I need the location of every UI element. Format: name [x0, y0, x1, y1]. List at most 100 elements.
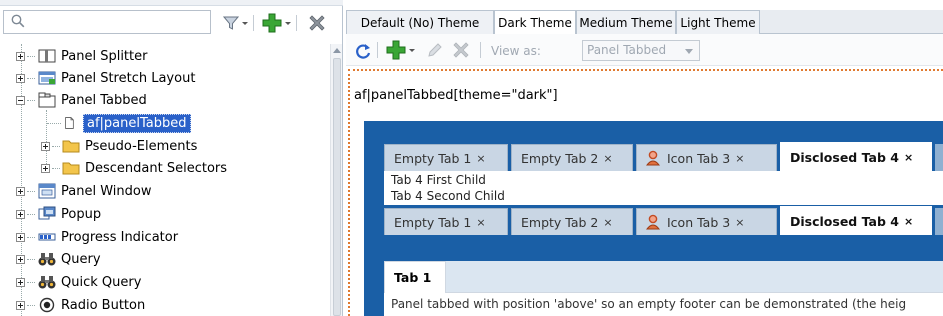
tree-item-panel-tabbed[interactable]: Panel Tabbed [38, 89, 147, 111]
panel-tab[interactable]: Empty Tab 1 × [384, 208, 508, 235]
delete-icon[interactable] [451, 40, 471, 60]
tree-item-panel-window[interactable]: Panel Window [38, 180, 151, 202]
expand-toggle[interactable] [16, 278, 25, 287]
panel-tab-label: Empty Tab 2 [521, 150, 599, 166]
panel-tab-overflow[interactable] [935, 208, 943, 235]
expand-toggle[interactable] [41, 164, 50, 173]
close-icon[interactable]: × [476, 152, 485, 165]
tree-item-popup[interactable]: Popup [38, 203, 101, 225]
close-icon[interactable]: × [904, 215, 913, 228]
panel-tab-label: Empty Tab 2 [521, 214, 599, 230]
binoculars-icon [38, 253, 56, 266]
panel-description: Panel tabbed with position 'above' so an… [391, 297, 907, 311]
expand-toggle[interactable] [16, 210, 25, 219]
expand-toggle[interactable] [41, 142, 50, 151]
panel-tab-active[interactable]: Disclosed Tab 4 × [780, 206, 932, 235]
tree-item-radio-button[interactable]: Radio Button [38, 294, 145, 316]
tree-item-quick-query[interactable]: Quick Query [38, 271, 141, 293]
filter-icon[interactable] [223, 15, 239, 31]
search-input[interactable] [3, 10, 211, 34]
panel-tab-overflow[interactable] [935, 144, 943, 171]
tree-connector [27, 259, 35, 260]
tree-item-pseudo-elements[interactable]: Pseudo-Elements [62, 135, 197, 157]
tab-light-theme[interactable]: Light Theme [676, 10, 760, 34]
add-icon[interactable] [386, 40, 406, 60]
panel-tab[interactable]: Icon Tab 3 × [636, 144, 777, 171]
close-icon[interactable]: × [735, 152, 744, 165]
content-line: Tab 4 First Child [391, 173, 486, 187]
tab-dark-theme[interactable]: Dark Theme [494, 10, 576, 35]
close-icon[interactable]: × [603, 216, 612, 229]
tree-item-label: Descendant Selectors [85, 160, 228, 176]
tree-item-label: Panel Splitter [61, 48, 148, 64]
tree-connector [27, 282, 35, 283]
tree-item-descendant-selectors[interactable]: Descendant Selectors [62, 157, 227, 179]
expand-toggle[interactable] [16, 74, 25, 83]
tab-1[interactable]: Tab 1 [384, 261, 446, 293]
panel-tab[interactable]: Empty Tab 2 × [511, 144, 633, 171]
expand-toggle[interactable] [16, 52, 25, 61]
toolbar-separator [377, 42, 378, 58]
close-icon[interactable]: × [904, 151, 913, 164]
expand-toggle[interactable] [16, 301, 25, 310]
tree-item-panel-stretch-layout[interactable]: Panel Stretch Layout [38, 67, 195, 89]
tree-item-panel-splitter[interactable]: Panel Splitter [38, 45, 147, 67]
view-as-select[interactable]: Panel Tabbed [582, 40, 700, 61]
edit-icon[interactable] [426, 41, 444, 59]
expand-toggle[interactable] [16, 255, 25, 264]
panel-tab-label: Empty Tab 1 [394, 214, 472, 230]
toolbar-separator [296, 15, 297, 31]
document-icon [65, 117, 74, 129]
tree-item-query[interactable]: Query [38, 248, 101, 270]
tab-medium-theme[interactable]: Medium Theme [576, 10, 676, 34]
tree-guide-line [46, 110, 47, 166]
tree-guide-line [21, 44, 22, 316]
panel-window-icon [38, 183, 56, 199]
tree-item-af-paneltabbed[interactable]: af|panelTabbed [64, 112, 191, 134]
tree-item-label: Panel Window [61, 183, 152, 199]
panel-tab-bar: Empty Tab 1 × Empty Tab 2 × Icon Tab 3 × [384, 141, 943, 171]
tab-label: Default (No) Theme [360, 15, 480, 30]
theme-tab-strip: Default (No) Theme Dark Theme Medium The… [346, 10, 943, 35]
search-toolbar [0, 8, 342, 38]
tree-connector [27, 78, 35, 79]
scroll-up-arrow-icon[interactable] [333, 48, 341, 53]
panel-tab[interactable]: Icon Tab 3 × [636, 208, 777, 235]
expand-toggle[interactable] [16, 233, 25, 242]
search-icon [11, 14, 25, 28]
close-icon[interactable]: × [735, 216, 744, 229]
preview-pane: Default (No) Theme Dark Theme Medium The… [346, 0, 943, 316]
preview-toolbar: View as: Panel Tabbed [346, 34, 943, 66]
vertical-scrollbar[interactable] [330, 44, 342, 316]
tree-connector [27, 56, 35, 57]
tree-item-label: Query [61, 251, 101, 267]
panel-tab-active[interactable]: Disclosed Tab 4 × [780, 142, 932, 171]
collapse-toggle[interactable] [16, 96, 25, 105]
add-icon[interactable] [262, 13, 282, 33]
close-icon[interactable]: × [603, 152, 612, 165]
tree-item-label: Panel Tabbed [61, 92, 147, 108]
tree-connector [27, 214, 35, 215]
tree-connector [27, 237, 35, 238]
chevron-down-icon[interactable] [241, 15, 249, 31]
chevron-down-icon [685, 49, 693, 54]
panel-tab[interactable]: Empty Tab 1 × [384, 144, 508, 171]
tab-default-theme[interactable]: Default (No) Theme [346, 10, 494, 34]
tree-item-progress-indicator[interactable]: Progress Indicator [38, 226, 178, 248]
binoculars-icon [38, 276, 56, 289]
lower-tab-strip [446, 261, 943, 293]
lower-tab-panel: Tab 1 Panel tabbed with position 'above'… [384, 261, 943, 316]
chevron-down-icon[interactable] [284, 15, 292, 31]
expand-toggle[interactable] [16, 187, 25, 196]
close-icon[interactable]: × [476, 216, 485, 229]
dark-theme-panel: Empty Tab 1 × Empty Tab 2 × Icon Tab 3 × [364, 121, 943, 316]
popup-icon [38, 206, 56, 220]
chevron-down-icon[interactable] [408, 43, 416, 57]
tree-connector [27, 305, 35, 306]
scrollbar-thumb[interactable] [333, 58, 341, 316]
refresh-icon[interactable] [354, 42, 372, 60]
structure-pane: Panel Splitter Panel Stretch Layout Pane… [0, 0, 343, 316]
delete-icon[interactable] [307, 13, 327, 33]
tree-connector [27, 191, 35, 192]
panel-tab[interactable]: Empty Tab 2 × [511, 208, 633, 235]
